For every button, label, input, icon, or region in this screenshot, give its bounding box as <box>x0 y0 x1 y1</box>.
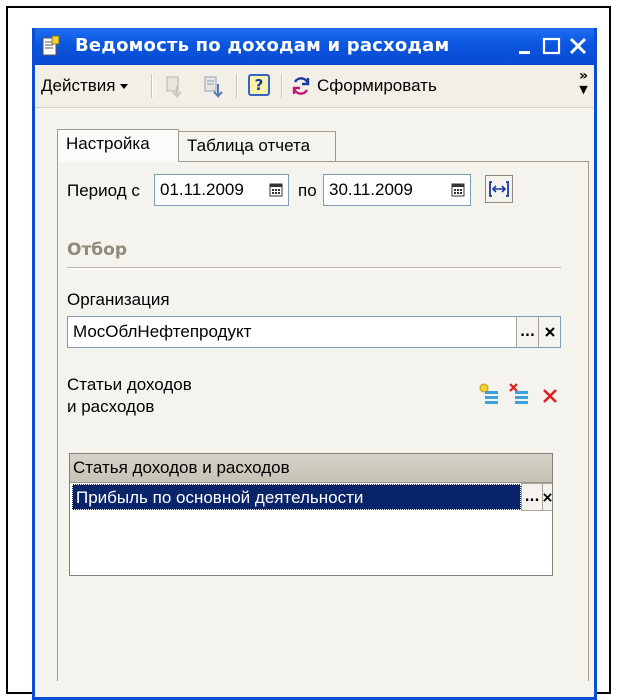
clear-icon <box>543 492 552 502</box>
table-header: Статья доходов и расходов <box>70 454 552 483</box>
overflow-chevron: » <box>578 68 588 84</box>
report-icon <box>42 35 60 56</box>
chevron-down-icon <box>120 84 129 89</box>
items-label-line2: и расходов <box>67 397 155 416</box>
calendar-from-button[interactable] <box>264 175 288 205</box>
calendar-icon <box>269 183 283 197</box>
minimize-icon[interactable] <box>514 34 538 58</box>
period-from-label: Период с <box>67 181 140 200</box>
delete-row-icon[interactable] <box>508 382 530 406</box>
title-bar[interactable]: Ведомость по доходам и расходам <box>35 28 594 65</box>
toolbar: Действия ? Сформировать » ▼ <box>35 65 594 108</box>
organization-field[interactable]: МосОблНефтепродукт ... <box>67 316 561 348</box>
chevron-down-icon: ▼ <box>579 83 588 96</box>
clear-all-icon[interactable] <box>542 388 558 404</box>
toolbar-separator <box>281 74 283 98</box>
toolbar-overflow-button[interactable]: » ▼ <box>579 69 588 97</box>
period-to-value: 30.11.2009 <box>329 180 413 199</box>
row-clear-button[interactable] <box>542 483 552 511</box>
period-setup-button[interactable] <box>485 175 513 203</box>
restore-settings-icon[interactable] <box>201 74 227 100</box>
items-label-line1: Статьи доходов <box>67 375 192 394</box>
period-range-icon <box>489 181 509 197</box>
row-select-button[interactable]: ... <box>521 483 543 511</box>
clear-icon <box>544 327 555 337</box>
actions-menu-button[interactable]: Действия <box>41 72 130 100</box>
section-divider <box>67 267 561 269</box>
organization-label: Организация <box>67 290 170 309</box>
toolbar-separator <box>151 74 153 98</box>
generate-label: Сформировать <box>317 76 437 95</box>
calendar-icon <box>451 183 465 197</box>
save-settings-icon[interactable] <box>163 74 189 100</box>
refresh-icon <box>292 77 310 95</box>
generate-button[interactable]: Сформировать <box>289 72 437 100</box>
organization-clear-button[interactable] <box>538 317 560 347</box>
table-row[interactable]: Прибыль по основной деятельности <box>72 484 521 510</box>
calendar-to-button[interactable] <box>446 175 470 205</box>
organization-select-button[interactable]: ... <box>516 317 538 347</box>
close-icon[interactable] <box>566 34 590 58</box>
maximize-icon[interactable] <box>540 34 564 58</box>
period-from-value: 01.11.2009 <box>160 180 244 199</box>
actions-label: Действия <box>41 76 116 95</box>
tab-report-table[interactable]: Таблица отчета <box>178 131 336 161</box>
report-window: Ведомость по доходам и расходам Действия <box>32 28 597 700</box>
toolbar-separator <box>236 74 238 98</box>
help-button[interactable]: ? <box>248 74 270 96</box>
filter-section-title: Отбор <box>67 240 128 260</box>
settings-panel: Период с 01.11.2009 по 30.11.2009 Отбор … <box>57 161 589 681</box>
organization-value: МосОблНефтепродукт <box>73 322 252 341</box>
items-table: Статья доходов и расходов Прибыль по осн… <box>69 453 553 576</box>
window-title: Ведомость по доходам и расходам <box>75 35 450 56</box>
period-to-label: по <box>298 181 317 200</box>
tab-settings[interactable]: Настройка <box>57 129 179 162</box>
add-row-icon[interactable] <box>478 382 500 406</box>
